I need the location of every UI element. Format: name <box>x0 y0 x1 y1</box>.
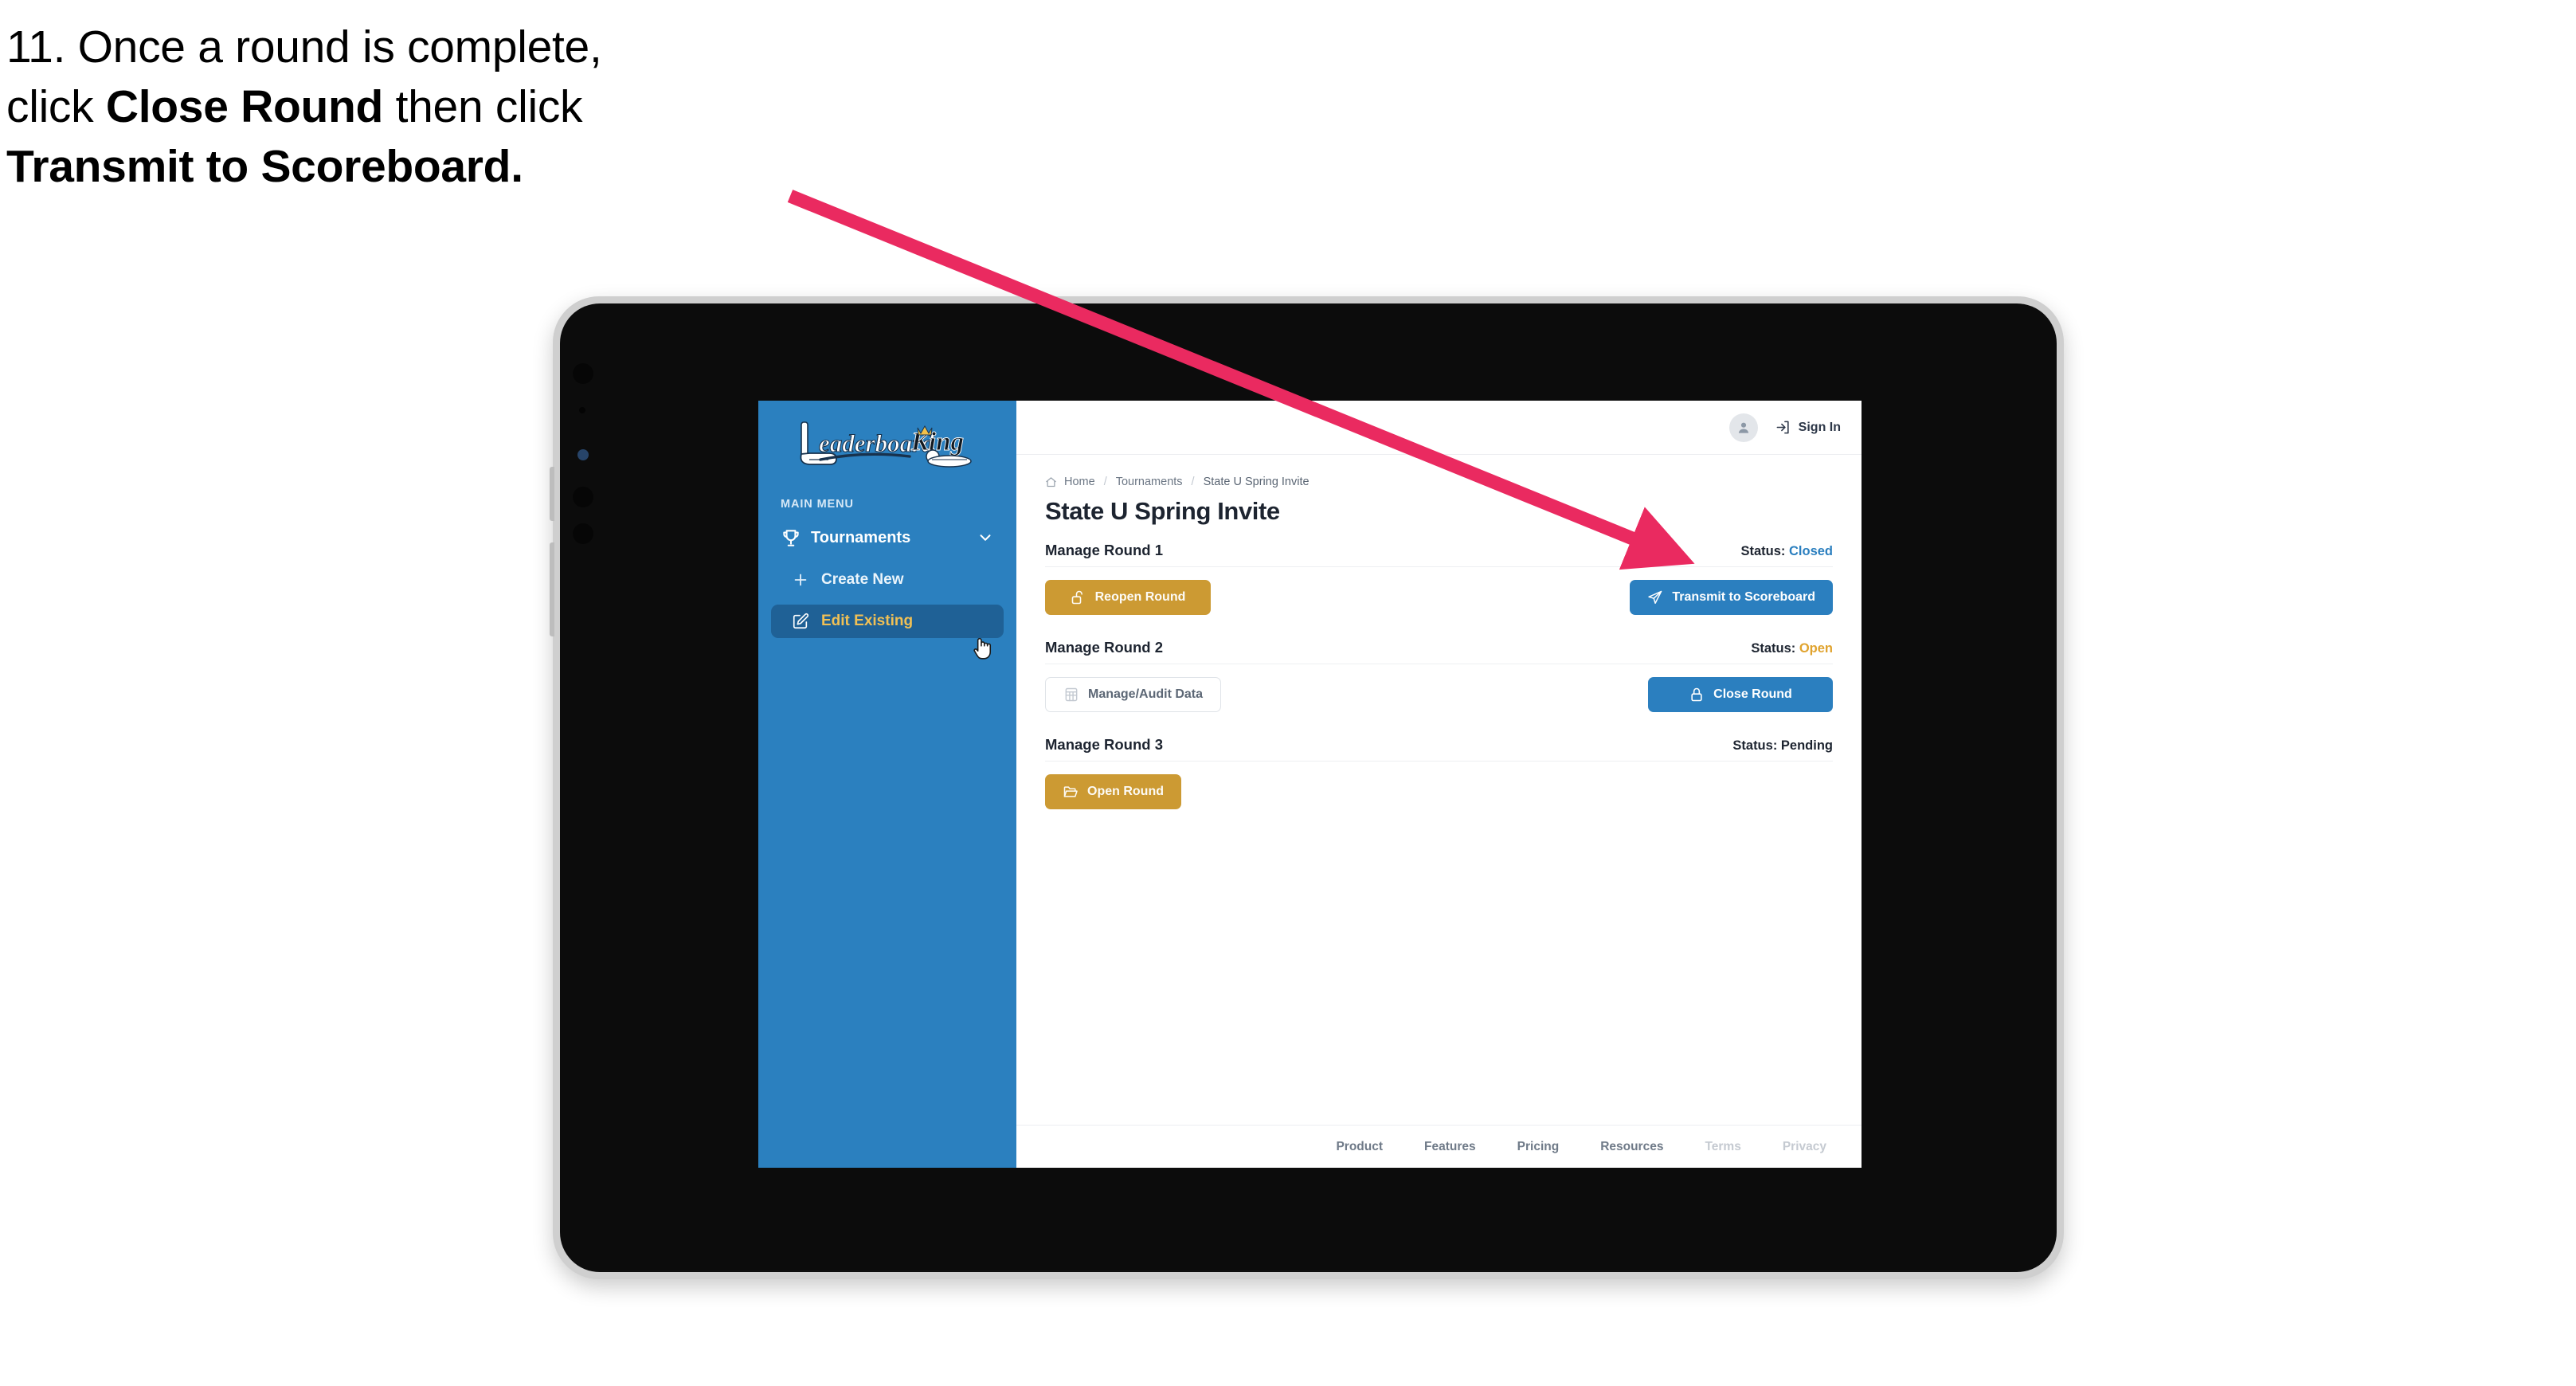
footer-link-privacy[interactable]: Privacy <box>1783 1140 1826 1154</box>
caption-line2-pre: click <box>6 81 106 133</box>
sidebar-item-tournaments[interactable]: Tournaments <box>771 520 1004 555</box>
footer-link-terms[interactable]: Terms <box>1705 1140 1740 1154</box>
round-block-2: Manage Round 2 Status: Open Manage/Audit… <box>1045 639 1833 712</box>
sign-in-button[interactable]: Sign In <box>1775 420 1841 435</box>
round-3-status: Status: Pending <box>1732 738 1833 754</box>
screenshot-root: 11. Once a round is complete, click Clos… <box>0 0 2576 1386</box>
instruction-caption: 11. Once a round is complete, click Clos… <box>6 18 898 198</box>
sensor-icon <box>579 407 585 413</box>
caption-line2-bold: Close Round <box>105 81 384 133</box>
round-3-header: Manage Round 3 Status: Pending <box>1045 736 1833 762</box>
open-folder-icon <box>1063 786 1078 797</box>
footer-link-resources[interactable]: Resources <box>1600 1140 1663 1154</box>
tablet-device: eaderboard King MAIN MENU Tournaments Cr… <box>550 296 2064 1279</box>
breadcrumb: Home / Tournaments / State U Spring Invi… <box>1045 476 1833 488</box>
table-grid-icon <box>1065 687 1078 702</box>
indicator-light-icon <box>577 449 589 460</box>
lock-icon <box>1691 687 1702 702</box>
avatar[interactable] <box>1728 413 1758 442</box>
sign-in-label: Sign In <box>1798 420 1841 434</box>
sidebar-item-edit-existing-label: Edit Existing <box>821 613 914 629</box>
caption-line-3: Transmit to Scoreboard. <box>6 137 898 197</box>
sidebar-item-edit-existing[interactable]: Edit Existing <box>771 605 1004 638</box>
round-1-status-value: Closed <box>1788 544 1833 558</box>
round-1-header: Manage Round 1 Status: Closed <box>1045 542 1833 567</box>
breadcrumb-item-current: State U Spring Invite <box>1203 476 1310 488</box>
edit-pencil-icon <box>793 613 809 629</box>
sidebar: eaderboard King MAIN MENU Tournaments Cr… <box>758 401 1016 1168</box>
sidebar-item-tournaments-label: Tournaments <box>811 528 911 546</box>
trophy-icon <box>783 530 799 546</box>
user-avatar-icon <box>1738 422 1748 433</box>
caption-line-2: click Close Round then click <box>6 77 898 137</box>
plus-icon <box>794 574 807 586</box>
page-content: Home / Tournaments / State U Spring Invi… <box>1016 455 1862 1125</box>
round-2-header: Manage Round 2 Status: Open <box>1045 639 1833 664</box>
round-block-3: Manage Round 3 Status: Pending Open Roun… <box>1045 736 1833 809</box>
app-header: Sign In <box>1016 401 1862 455</box>
round-2-name: Manage Round 2 <box>1045 639 1164 656</box>
caption-line2-post: then click <box>383 81 583 133</box>
sidebar-item-create-new-label: Create New <box>821 571 904 588</box>
open-round-button[interactable]: Open Round <box>1045 774 1181 809</box>
close-round-label: Close Round <box>1713 687 1792 701</box>
round-3-status-value: Pending <box>1780 738 1833 753</box>
breadcrumb-item-home[interactable]: Home <box>1064 476 1095 488</box>
reopen-round-button[interactable]: Reopen Round <box>1045 580 1211 615</box>
footer-link-features[interactable]: Features <box>1424 1140 1476 1154</box>
speaker-icon <box>573 487 593 507</box>
microphone-icon <box>573 523 593 544</box>
send-plane-icon <box>1648 590 1662 605</box>
breadcrumb-separator: / <box>1103 476 1107 488</box>
round-1-status: Status: Closed <box>1740 544 1833 559</box>
footer-link-pricing[interactable]: Pricing <box>1517 1140 1560 1154</box>
sidebar-item-create-new[interactable]: Create New <box>771 563 1004 597</box>
power-button[interactable] <box>550 467 554 521</box>
round-block-1: Manage Round 1 Status: Closed Reopen Rou… <box>1045 542 1833 615</box>
round-1-status-label: Status: <box>1740 544 1786 558</box>
round-1-name: Manage Round 1 <box>1045 542 1164 558</box>
page-title: State U Spring Invite <box>1045 497 1280 525</box>
round-2-actions: Manage/Audit Data Close Round <box>1045 677 1833 712</box>
manage-audit-data-label: Manage/Audit Data <box>1088 687 1204 701</box>
round-3-name: Manage Round 3 <box>1045 736 1164 753</box>
round-1-actions: Reopen Round Transmit to Scoreboard <box>1045 580 1833 615</box>
caption-line-1: 11. Once a round is complete, <box>6 22 602 72</box>
volume-button[interactable] <box>550 542 554 636</box>
close-round-button[interactable]: Close Round <box>1648 677 1833 712</box>
round-3-status-label: Status: <box>1732 738 1778 753</box>
leaderboardking-logo-icon: eaderboard King <box>800 421 972 468</box>
footer-link-product[interactable]: Product <box>1336 1140 1383 1154</box>
sidebar-section-label: MAIN MENU <box>781 498 854 511</box>
caption-line3-bold: Transmit to Scoreboard. <box>6 141 523 193</box>
round-2-status: Status: Open <box>1751 641 1833 656</box>
tablet-bezel: eaderboard King MAIN MENU Tournaments Cr… <box>550 303 2057 1272</box>
open-round-label: Open Round <box>1087 785 1164 798</box>
round-2-status-value: Open <box>1799 641 1833 656</box>
transmit-to-scoreboard-label: Transmit to Scoreboard <box>1672 590 1815 604</box>
chevron-down-icon[interactable] <box>977 529 994 546</box>
home-icon[interactable] <box>1045 476 1057 488</box>
camera-icon <box>573 363 593 384</box>
mouse-pointer-hand-icon <box>973 637 992 660</box>
unlock-icon <box>1071 590 1082 605</box>
browser-viewport: eaderboard King MAIN MENU Tournaments Cr… <box>758 401 1862 1168</box>
login-arrow-icon <box>1776 421 1789 434</box>
round-3-actions: Open Round <box>1045 774 1833 809</box>
app-logo[interactable]: eaderboard King <box>758 401 1016 476</box>
breadcrumb-item-tournaments[interactable]: Tournaments <box>1116 476 1183 488</box>
manage-audit-data-button[interactable]: Manage/Audit Data <box>1045 677 1222 712</box>
breadcrumb-separator: / <box>1191 476 1195 488</box>
round-2-status-label: Status: <box>1751 641 1796 656</box>
transmit-to-scoreboard-button[interactable]: Transmit to Scoreboard <box>1630 580 1833 615</box>
site-footer: Product Features Pricing Resources Terms… <box>1016 1125 1862 1168</box>
reopen-round-label: Reopen Round <box>1094 590 1186 604</box>
main-content: Sign In Home / Tournaments / State U Spr… <box>1016 401 1862 1168</box>
